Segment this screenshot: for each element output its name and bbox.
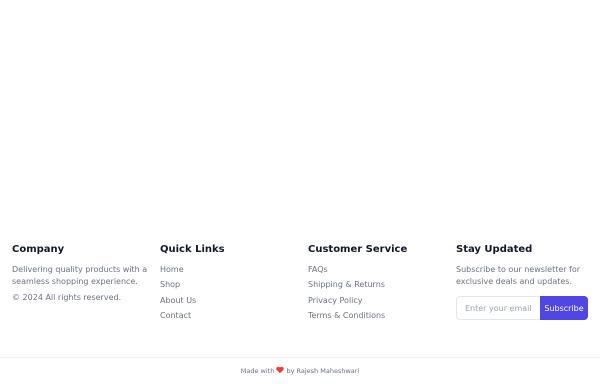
- link-terms-conditions[interactable]: Terms & Conditions: [308, 311, 385, 320]
- company-column: Company Delivering quality products with…: [12, 243, 160, 325]
- credit-prefix: Made with: [240, 367, 275, 375]
- email-input[interactable]: [456, 296, 540, 320]
- quick-links-heading: Quick Links: [160, 244, 225, 255]
- newsletter-heading: Stay Updated: [456, 244, 533, 255]
- link-shipping-returns[interactable]: Shipping & Returns: [308, 280, 385, 289]
- customer-service-list: FAQs Shipping & Returns Privacy Policy T…: [308, 264, 456, 322]
- newsletter-column: Stay Updated Subscribe to our newsletter…: [456, 243, 588, 325]
- quick-links-column: Quick Links Home Shop About Us Contact: [160, 243, 308, 325]
- footer-divider: [0, 357, 600, 358]
- company-description: Delivering quality products with a seaml…: [12, 265, 148, 286]
- heart-icon: [276, 366, 285, 374]
- company-heading: Company: [12, 244, 65, 255]
- copyright-text: © 2024 All rights reserved.: [12, 293, 122, 302]
- link-privacy-policy[interactable]: Privacy Policy: [308, 296, 363, 305]
- subscribe-button[interactable]: Subscribe: [540, 296, 588, 320]
- newsletter-description: Subscribe to our newsletter for exclusiv…: [456, 265, 581, 286]
- link-home[interactable]: Home: [160, 265, 184, 274]
- credit-suffix: by Rajesh Maheshwari: [286, 367, 360, 375]
- customer-service-column: Customer Service FAQs Shipping & Returns…: [308, 243, 456, 325]
- newsletter-form: Subscribe: [456, 296, 588, 320]
- link-about-us[interactable]: About Us: [160, 296, 196, 305]
- site-footer: Company Delivering quality products with…: [0, 0, 600, 384]
- link-faqs[interactable]: FAQs: [308, 265, 328, 274]
- customer-service-heading: Customer Service: [308, 244, 408, 255]
- footer-credit: Made with by Rajesh Maheshwari: [0, 366, 600, 376]
- quick-links-list: Home Shop About Us Contact: [160, 264, 308, 322]
- link-shop[interactable]: Shop: [160, 280, 180, 289]
- link-contact[interactable]: Contact: [160, 311, 191, 320]
- footer-columns: Company Delivering quality products with…: [12, 243, 588, 325]
